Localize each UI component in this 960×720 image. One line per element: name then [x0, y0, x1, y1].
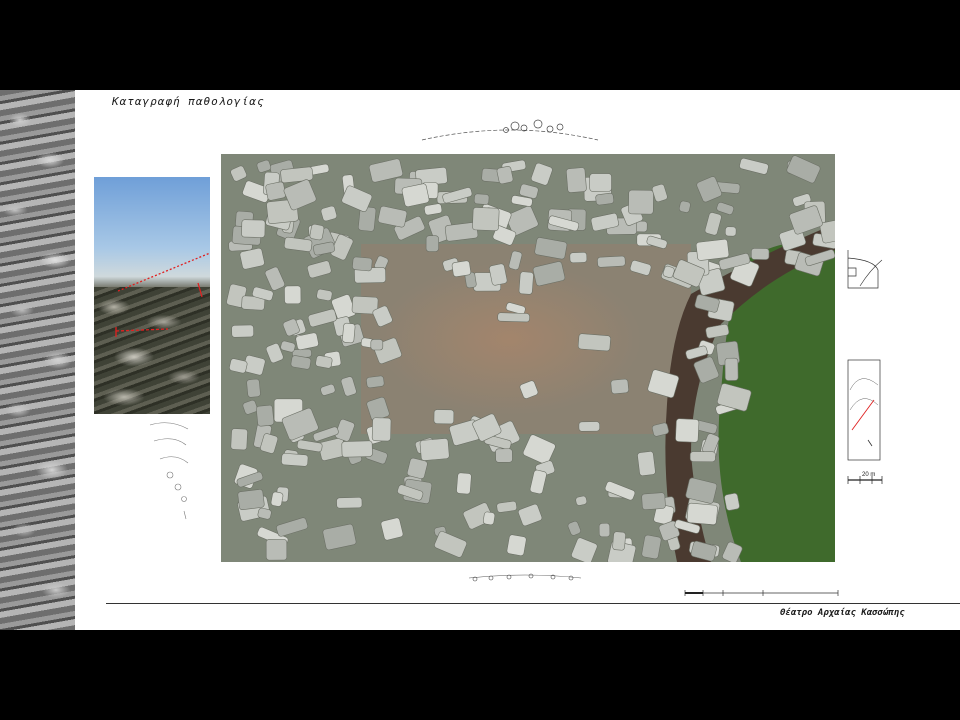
stone-block [425, 235, 439, 252]
stone-block [595, 192, 615, 206]
stone-block [569, 251, 588, 264]
footer-divider [106, 603, 960, 604]
slide-footer: Θέατρο Αρχαίας Κασσώπης [780, 608, 905, 618]
stone-block [497, 312, 530, 323]
stone-block [241, 219, 266, 238]
stone-block [281, 453, 309, 467]
stone-block [577, 333, 611, 352]
bottom-scale-bar [684, 590, 839, 596]
stone-block [230, 428, 248, 451]
stone-block [265, 539, 288, 561]
stone-block [336, 497, 363, 509]
stone-block [637, 451, 656, 477]
stone-block [495, 448, 513, 463]
stone-block [451, 260, 472, 278]
stone-block [472, 207, 500, 232]
stone-block [366, 375, 385, 389]
stone-block [496, 166, 514, 185]
stone-block [686, 502, 718, 525]
stone-block [256, 404, 275, 427]
stone-block [473, 193, 490, 205]
stone-block [371, 417, 392, 442]
stone-block [724, 226, 737, 237]
elevation-photo [94, 177, 210, 414]
stone-block [628, 189, 654, 215]
stone-block [641, 492, 666, 510]
stone-block [456, 472, 472, 495]
stone-block [724, 493, 740, 511]
stone-block [309, 223, 325, 241]
stone-block [695, 238, 730, 261]
stone-block [342, 322, 356, 344]
stone-block [518, 271, 534, 295]
stone-block [589, 173, 612, 192]
stone-block [598, 522, 611, 538]
section-sketch-left [149, 422, 189, 520]
stone-block [352, 256, 373, 272]
stone-block [380, 517, 404, 541]
slide: Καταγραφή παθολογίας 20 m Θέατρο Αρχαίας… [0, 90, 960, 630]
stone-seats-photo [0, 90, 75, 630]
stone-block [610, 378, 629, 395]
stone-block [231, 324, 254, 338]
stone-block [597, 255, 626, 268]
theatre-plan-sketch-bottom [468, 573, 582, 582]
stone-block [265, 181, 286, 201]
stone-block [237, 489, 265, 511]
stone-block [612, 531, 626, 551]
damage-annotation-overlay [115, 252, 210, 337]
slide-title: Καταγραφή παθολογίας [112, 95, 265, 108]
stone-block [284, 285, 302, 305]
stone-block [724, 357, 739, 381]
stone-block [675, 418, 700, 443]
scale-label: 20 m [862, 472, 876, 478]
stone-block [506, 534, 527, 556]
stone-block [678, 200, 691, 213]
stone-block [641, 534, 662, 560]
stone-block [433, 409, 455, 425]
stone-block [419, 438, 450, 461]
stone-block [370, 339, 384, 351]
stone-block [750, 248, 770, 260]
stone-block [578, 421, 601, 432]
section-and-plan-drawings [847, 250, 883, 484]
stone-block [246, 378, 261, 398]
stone-block [482, 511, 496, 526]
aerial-orthophoto [221, 154, 835, 562]
stone-block [689, 451, 716, 463]
presentation-stage: Καταγραφή παθολογίας 20 m Θέατρο Αρχαίας… [0, 0, 960, 720]
stone-block [270, 491, 284, 507]
stone-block [341, 440, 373, 458]
theatre-plan-sketch-top [421, 119, 599, 141]
stone-block [565, 167, 587, 193]
